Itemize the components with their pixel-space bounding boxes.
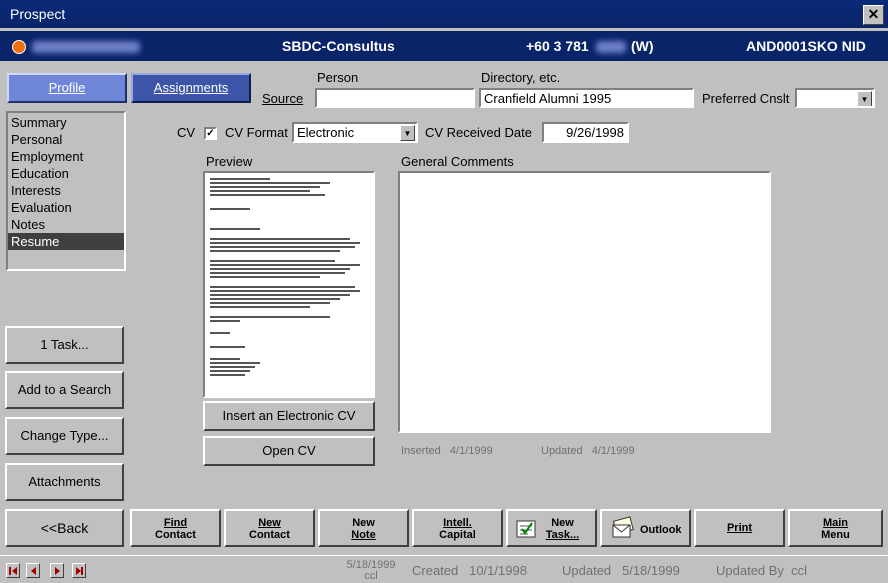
- cv-format-value: Electronic: [297, 125, 355, 140]
- cv-checkbox[interactable]: ✓: [204, 127, 217, 140]
- inserted-date: Inserted 4/1/1999: [401, 445, 493, 457]
- record-header: SBDC-Consultus +60 3 781 (W) AND0001SKO …: [0, 31, 888, 61]
- previous-record-icon[interactable]: [26, 563, 40, 578]
- main-menu-line1: Main: [822, 517, 849, 529]
- company-name: SBDC-Consultus: [282, 38, 395, 54]
- tab-assignments[interactable]: Assignments: [131, 73, 251, 103]
- intell-capital-line2: Capital: [439, 529, 476, 541]
- preview-label: Preview: [206, 154, 253, 169]
- preferred-consultant-select[interactable]: ▼: [795, 88, 875, 108]
- add-to-search-button[interactable]: Add to a Search: [5, 371, 124, 409]
- new-note-line1: New: [352, 517, 375, 529]
- chevron-down-icon[interactable]: ▼: [400, 125, 415, 141]
- nav-item-personal[interactable]: Personal: [8, 131, 124, 148]
- directory-input[interactable]: Cranfield Alumni 1995: [479, 88, 694, 108]
- last-record-icon[interactable]: [72, 563, 86, 578]
- last-updated-date: Updated 5/18/1999: [562, 563, 680, 578]
- nav-item-summary[interactable]: Summary: [8, 114, 124, 131]
- open-cv-button[interactable]: Open CV: [203, 436, 375, 466]
- phone-redacted: [596, 38, 626, 54]
- first-record-icon[interactable]: [6, 563, 20, 578]
- next-record-icon[interactable]: [50, 563, 64, 578]
- contact-name-redacted: [32, 38, 140, 54]
- chevron-down-icon[interactable]: ▼: [857, 91, 872, 106]
- source-label-text: Source: [262, 91, 304, 106]
- directory-label: Directory, etc.: [481, 70, 561, 85]
- new-note-button[interactable]: New Note: [318, 509, 409, 547]
- record-code: AND0001SKO NID: [746, 38, 866, 54]
- cv-preview-document: [210, 178, 368, 396]
- cv-label: CV: [177, 125, 196, 140]
- new-task-button[interactable]: New Task...: [506, 509, 597, 547]
- nav-item-resume[interactable]: Resume: [8, 233, 124, 250]
- back-button[interactable]: <<Back: [5, 509, 124, 547]
- intell-capital-button[interactable]: Intell. Capital: [412, 509, 503, 547]
- intell-capital-line1: Intell.: [443, 517, 472, 529]
- cv-received-label: CV Received Date: [425, 125, 532, 140]
- nav-item-evaluation[interactable]: Evaluation: [8, 199, 124, 216]
- tab-profile-label: Profile: [48, 80, 86, 95]
- find-contact-button[interactable]: Find Contact: [130, 509, 221, 547]
- source-label: Source: [262, 91, 303, 106]
- phone-suffix: (W): [631, 38, 654, 54]
- status-dot-icon: [12, 40, 26, 54]
- nav-item-employment[interactable]: Employment: [8, 148, 124, 165]
- print-label: Print: [726, 522, 753, 534]
- change-type-button[interactable]: Change Type...: [5, 417, 124, 455]
- nav-item-education[interactable]: Education: [8, 165, 124, 182]
- insert-electronic-cv-button[interactable]: Insert an Electronic CV: [203, 401, 375, 431]
- outlook-button[interactable]: Outlook: [600, 509, 691, 547]
- new-note-line2: Note: [351, 529, 376, 541]
- attachments-button[interactable]: Attachments: [5, 463, 124, 501]
- find-contact-line1: Find: [163, 517, 188, 529]
- tab-profile[interactable]: Profile: [7, 73, 127, 103]
- new-contact-button[interactable]: New Contact: [224, 509, 315, 547]
- nav-item-interests[interactable]: Interests: [8, 182, 124, 199]
- section-nav-list[interactable]: Summary Personal Employment Education In…: [6, 111, 126, 271]
- cv-format-label: CV Format: [225, 125, 288, 140]
- main-menu-button[interactable]: Main Menu: [788, 509, 883, 547]
- outlook-label: Outlook: [640, 524, 682, 536]
- cv-received-date-input[interactable]: 9/26/1998: [542, 122, 629, 143]
- tab-assignments-label: Assignments: [153, 80, 229, 95]
- main-menu-line2: Menu: [821, 529, 850, 541]
- preferred-consultant-label: Preferred Cnslt: [702, 91, 790, 106]
- task-button[interactable]: 1 Task...: [5, 326, 124, 364]
- updated-date: Updated 4/1/1999: [541, 445, 635, 457]
- person-label: Person: [317, 70, 359, 85]
- general-comments-label: General Comments: [401, 154, 514, 169]
- window-title-bar: Prospect ✕: [0, 0, 888, 28]
- find-contact-line2: Contact: [155, 529, 196, 541]
- general-comments-textarea[interactable]: [398, 171, 771, 433]
- person-input[interactable]: [315, 88, 475, 108]
- new-contact-line1: New: [258, 517, 281, 529]
- outlook-envelope-icon: [612, 516, 634, 538]
- cv-preview-pane[interactable]: [203, 171, 375, 398]
- close-button[interactable]: ✕: [863, 5, 884, 25]
- cv-format-select[interactable]: Electronic ▼: [292, 122, 418, 143]
- task-notepad-icon: [516, 520, 536, 538]
- created-date: Created 10/1/1998: [412, 563, 527, 578]
- print-button[interactable]: Print: [694, 509, 785, 547]
- window-title: Prospect: [10, 6, 66, 22]
- nav-item-notes[interactable]: Notes: [8, 216, 124, 233]
- new-contact-line2: Contact: [249, 529, 290, 541]
- status-stamp-user: ccl: [364, 570, 378, 582]
- status-stamp: 5/18/1999 ccl: [346, 560, 396, 582]
- updated-by: Updated By ccl: [716, 563, 808, 578]
- phone-number: +60 3 781: [526, 38, 589, 54]
